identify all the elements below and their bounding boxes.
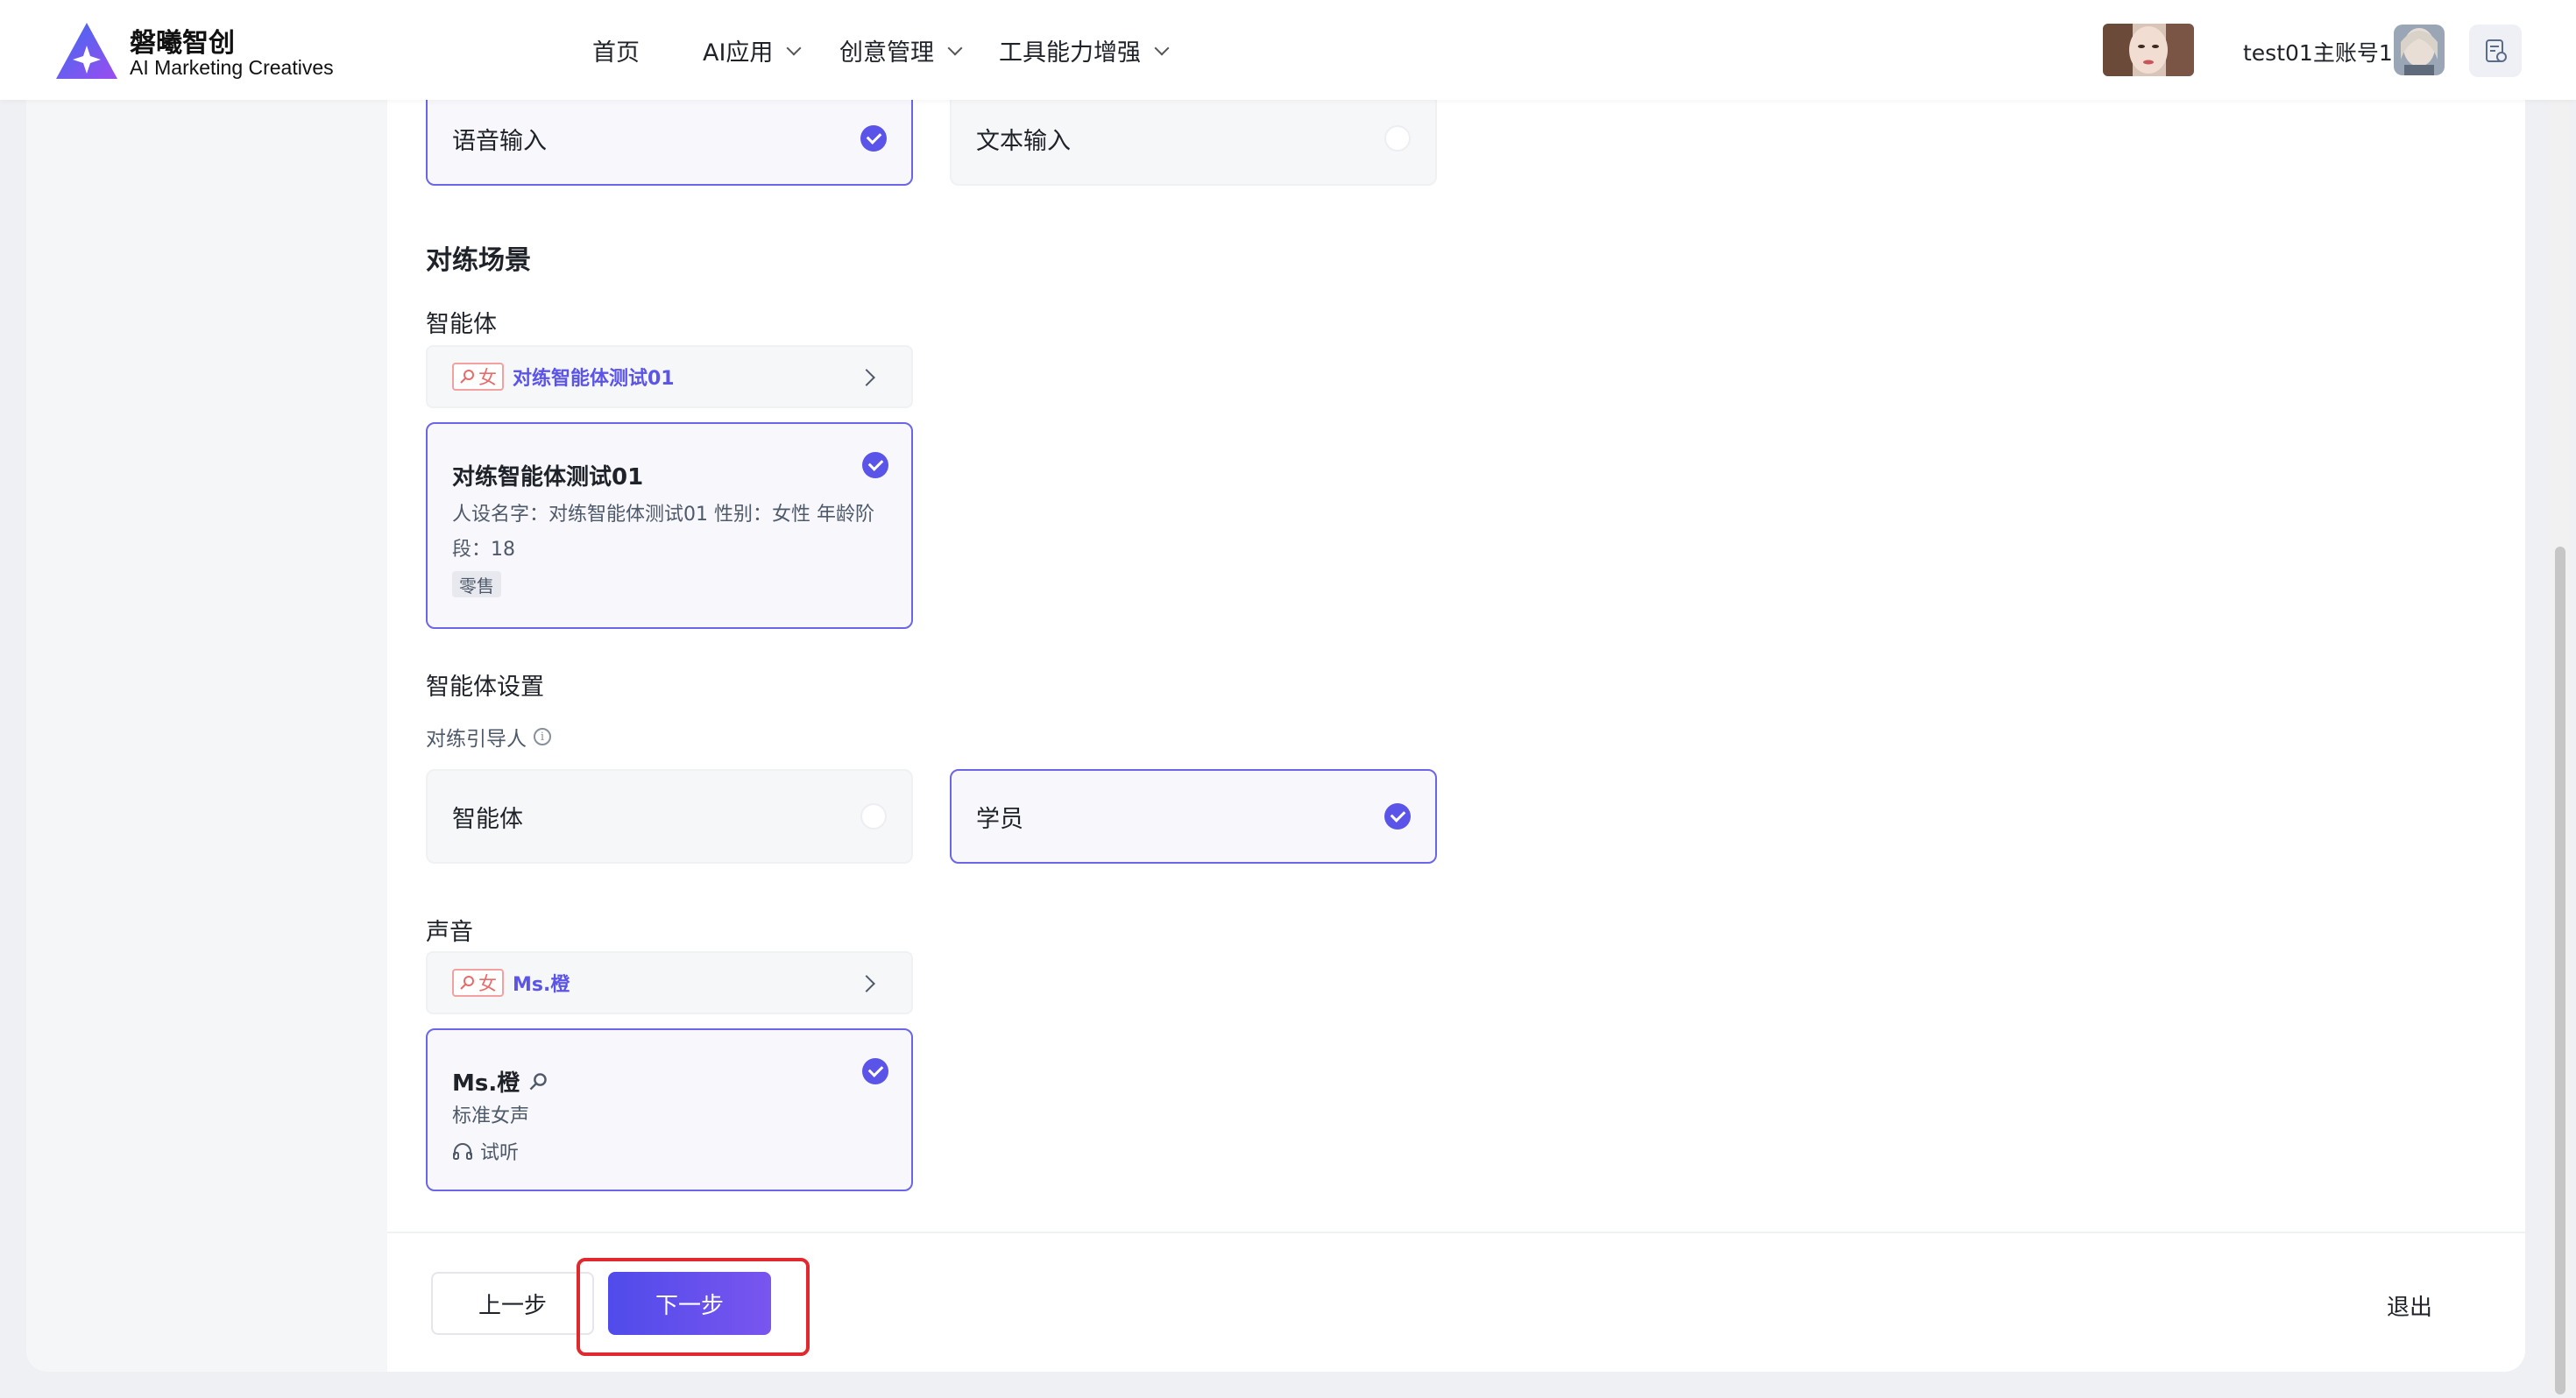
brand-name: 磐曦智创 [130, 28, 235, 59]
nav-tool-enhance-label: 工具能力增强 [999, 39, 1141, 67]
guide-label-text: 对练引导人 [426, 728, 527, 751]
gender-tag: 女 [452, 969, 504, 997]
user-name[interactable]: test01主账号1 [2243, 36, 2393, 67]
scrollbar-thumb[interactable] [2555, 547, 2565, 1394]
nav-creative-management[interactable]: 创意管理 [839, 33, 963, 67]
agent-settings-title: 智能体设置 [426, 674, 544, 701]
highlight-box [577, 1258, 810, 1356]
voice-card-desc: 标准女声 [452, 1105, 530, 1127]
check-icon [862, 1058, 888, 1084]
input-mode-text-label: 文本输入 [976, 127, 1071, 155]
input-mode-voice[interactable]: 语音输入 [426, 91, 913, 186]
voice-card-title-row: Ms.橙 [452, 1065, 548, 1098]
voice-selector-name: Ms.橙 [513, 974, 570, 996]
guide-option-student[interactable]: 学员 [950, 769, 1437, 864]
gender-tag-label: 女 [478, 367, 497, 388]
nav-ai-apps-label: AI应用 [703, 39, 774, 67]
document-help-icon [2486, 39, 2507, 62]
guide-option-student-label: 学员 [976, 805, 1023, 833]
input-mode-voice-label: 语音输入 [452, 127, 547, 155]
chevron-down-icon [947, 40, 963, 55]
help-button[interactable] [2469, 25, 2522, 77]
headphones-icon [453, 1143, 472, 1160]
check-icon [862, 452, 888, 478]
guide-option-agent[interactable]: 智能体 [426, 769, 913, 864]
nav-creative-management-label: 创意管理 [839, 39, 934, 67]
listen-label: 试听 [480, 1142, 520, 1164]
agent-selector[interactable]: 女 对练智能体测试01 [426, 345, 913, 408]
chevron-down-icon [1154, 40, 1170, 55]
nav-ai-apps[interactable]: AI应用 [703, 33, 802, 67]
agent-selector-name: 对练智能体测试01 [513, 368, 675, 390]
exit-button[interactable]: 退出 [2387, 1289, 2432, 1322]
guide-label: 对练引导人 i [426, 722, 551, 752]
agent-card-tag: 零售 [452, 571, 501, 597]
user-banner-photo[interactable] [2103, 24, 2194, 76]
agent-card-title: 对练智能体测试01 [452, 464, 644, 491]
radio-icon [860, 803, 887, 830]
nav-home[interactable]: 首页 [592, 33, 640, 67]
radio-icon [1384, 125, 1411, 152]
listen-button[interactable]: 试听 [452, 1137, 519, 1165]
section-title-scene: 对练场景 [426, 245, 531, 276]
voice-field-label: 声音 [426, 919, 473, 946]
chevron-down-icon [786, 40, 802, 55]
check-icon [860, 125, 887, 152]
avatar-icon [2394, 25, 2445, 75]
agent-field-label: 智能体 [426, 311, 497, 338]
agent-card-desc: 人设名字：对练智能体测试01 性别：女性 年龄阶段：18 [452, 504, 874, 561]
check-icon [1384, 803, 1411, 830]
guide-option-agent-label: 智能体 [452, 805, 523, 833]
info-icon[interactable]: i [534, 728, 551, 745]
voice-search-icon [460, 370, 474, 384]
brand-subtitle: AI Marketing Creatives [130, 56, 334, 79]
gender-tag-label: 女 [478, 973, 497, 994]
voice-card[interactable]: Ms.橙 标准女声 试听 [426, 1028, 913, 1191]
agent-card[interactable]: 对练智能体测试01 人设名字：对练智能体测试01 性别：女性 年龄阶段：18 零… [426, 422, 913, 629]
chevron-right-icon [858, 369, 875, 386]
voice-search-icon [529, 1072, 548, 1090]
prev-step-button[interactable]: 上一步 [431, 1272, 594, 1335]
top-header: 磐曦智创 AI Marketing Creatives 首页 AI应用 创意管理… [0, 0, 2576, 100]
avatar[interactable] [2394, 25, 2445, 75]
voice-card-title: Ms.橙 [452, 1070, 520, 1097]
gender-tag: 女 [452, 363, 504, 391]
input-mode-text[interactable]: 文本输入 [950, 91, 1437, 186]
voice-selector[interactable]: 女 Ms.橙 [426, 951, 913, 1014]
portrait-icon [2103, 24, 2194, 76]
footer-divider [387, 1232, 2525, 1233]
brand-logo-icon[interactable] [54, 21, 119, 81]
nav-tool-enhance[interactable]: 工具能力增强 [999, 33, 1170, 67]
voice-search-icon [460, 976, 474, 990]
nav-home-label: 首页 [592, 39, 640, 67]
chevron-right-icon [858, 975, 875, 992]
